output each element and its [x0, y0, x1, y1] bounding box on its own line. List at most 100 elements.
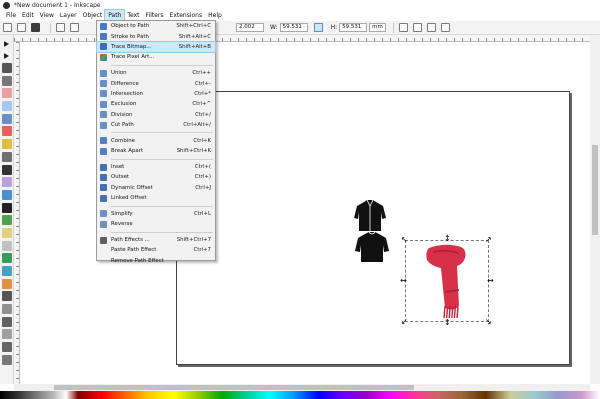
menu-layer[interactable]: Layer	[57, 10, 80, 21]
layers-icon[interactable]	[1, 354, 12, 365]
width-field[interactable]: 59.531	[279, 23, 308, 32]
rotate-ccw-icon[interactable]	[56, 23, 65, 32]
menu-view[interactable]: View	[37, 10, 57, 21]
x-field[interactable]: 2.002	[236, 23, 264, 32]
menu-item-label: Trace Pixel Art...	[111, 54, 155, 61]
color-palette[interactable]	[0, 391, 600, 399]
menu-item-path-effects[interactable]: Path Effects ... Shift+Ctrl+7	[97, 235, 215, 245]
star-tool-icon[interactable]	[1, 139, 12, 150]
horizontal-scroll-thumb[interactable]	[54, 385, 414, 390]
menu-item-inset[interactable]: Inset Ctrl+(	[97, 162, 215, 172]
menu-item-paste-path-effect[interactable]: Paste Path Effect Ctrl+7	[97, 245, 215, 255]
menu-item-shortcut: Shift+Ctrl+K	[176, 148, 211, 155]
pen-tool-icon[interactable]	[1, 177, 12, 188]
menu-item-object-to-path[interactable]: Object to Path Shift+Ctrl+C	[97, 21, 215, 31]
snap-icon[interactable]	[1, 342, 12, 353]
linked-offset-icon	[100, 194, 107, 202]
select-all-layers-icon[interactable]	[17, 23, 26, 32]
vertical-ruler[interactable]	[14, 42, 20, 384]
toolbar-separator	[393, 22, 395, 33]
menu-item-label: Paste Path Effect	[111, 247, 157, 254]
rotate-cw-icon[interactable]	[70, 23, 79, 32]
menu-item-shortcut: Shift+Ctrl+C	[176, 23, 211, 30]
menu-edit[interactable]: Edit	[19, 10, 37, 21]
bucket-tool-icon[interactable]	[1, 240, 12, 251]
scarf-fringe-strand	[453, 305, 457, 319]
menu-item-combine[interactable]: Combine Ctrl+K	[97, 136, 215, 146]
scarf-fringe-strand	[451, 306, 454, 319]
scale-handle-w[interactable]: ↔	[400, 277, 407, 285]
ellipse-tool-icon[interactable]	[1, 126, 12, 137]
node-tool-icon[interactable]	[4, 53, 9, 59]
menu-item-outset[interactable]: Outset Ctrl+)	[97, 172, 215, 182]
path-effects-icon	[100, 236, 107, 244]
eraser-tool-icon[interactable]	[1, 227, 12, 238]
vertical-scroll-thumb[interactable]	[592, 145, 598, 235]
spiral-tool-icon[interactable]	[1, 151, 12, 162]
menu-item-shortcut: Ctrl++	[192, 70, 211, 77]
toolbar-separator	[50, 22, 51, 33]
menu-item-union[interactable]: Union Ctrl++	[97, 68, 215, 78]
dropper-tool-icon[interactable]	[1, 278, 12, 289]
scale-corners-icon[interactable]	[413, 23, 423, 32]
menu-item-dynamic-offset[interactable]: Dynamic Offset Ctrl+J	[97, 183, 215, 193]
menu-item-cut-path[interactable]: Cut Path Ctrl+Alt+/	[97, 120, 215, 130]
pages-tool-icon[interactable]	[1, 316, 12, 327]
menu-item-division[interactable]: Division Ctrl+/	[97, 110, 215, 120]
scale-handle-sw[interactable]: ↙	[401, 318, 408, 326]
menu-item-break-apart[interactable]: Break Apart Shift+Ctrl+K	[97, 146, 215, 156]
scale-handle-e[interactable]: ↔	[487, 277, 494, 285]
move-gradients-icon[interactable]	[427, 23, 437, 32]
h-label: H:	[330, 24, 338, 31]
menu-item-exclusion[interactable]: Exclusion Ctrl+^	[97, 99, 215, 109]
menu-file[interactable]: File	[3, 10, 19, 21]
jacket-icon[interactable]	[353, 200, 387, 232]
tweak-tool-icon[interactable]	[1, 63, 12, 73]
menu-item-label: Combine	[111, 137, 135, 144]
menu-item-remove-path-effect[interactable]: Remove Path Effect	[97, 256, 215, 266]
scale-handle-nw[interactable]: ↖	[401, 236, 408, 244]
menu-item-label: Trace Bitmap...	[111, 43, 152, 50]
scale-stroke-icon[interactable]	[399, 23, 409, 32]
menu-item-difference[interactable]: Difference Ctrl+-	[97, 78, 215, 88]
menu-item-simplify[interactable]: Simplify Ctrl+L	[97, 209, 215, 219]
window-title: *New document 1 - Inkscape	[14, 1, 101, 9]
lock-icon[interactable]	[313, 23, 323, 32]
3d-box-tool-icon[interactable]	[1, 113, 12, 124]
select-all-icon[interactable]	[3, 23, 12, 32]
menu-item-stroke-to-path[interactable]: Stroke to Path Shift+Alt+C	[97, 31, 215, 41]
empty-icon-slot	[100, 257, 107, 264]
red-scarf[interactable]	[415, 242, 481, 322]
calligraphy-tool-icon[interactable]	[1, 189, 12, 200]
scale-handle-se[interactable]: ↘	[485, 318, 492, 326]
rectangle-tool-icon[interactable]	[1, 101, 12, 112]
connector-tool-icon[interactable]	[1, 291, 12, 302]
mesh-tool-icon[interactable]	[1, 266, 12, 276]
toolbox	[0, 35, 14, 384]
selector-tool-icon[interactable]	[4, 41, 9, 47]
height-field[interactable]: 59.531	[339, 23, 368, 32]
difference-icon	[100, 80, 107, 88]
pencil-tool-icon[interactable]	[1, 164, 12, 175]
menu-item-label: Outset	[111, 174, 130, 181]
spray-tool-icon[interactable]	[1, 215, 12, 226]
menu-item-shortcut: Ctrl+*	[194, 90, 211, 97]
horizontal-scrollbar[interactable]	[14, 384, 590, 391]
deselect-icon[interactable]	[31, 23, 40, 32]
node-edit-icon[interactable]	[1, 329, 12, 340]
sweater-icon[interactable]	[354, 232, 390, 263]
measure-tool-icon[interactable]	[1, 88, 12, 99]
menu-item-linked-offset[interactable]: Linked Offset	[97, 193, 215, 203]
move-patterns-icon[interactable]	[441, 23, 451, 32]
gradient-tool-icon[interactable]	[1, 253, 12, 264]
text-tool-icon[interactable]	[1, 202, 12, 213]
unit-select[interactable]: mm	[369, 23, 387, 32]
lpe-tool-icon[interactable]	[1, 304, 12, 315]
zoom-tool-icon[interactable]	[1, 75, 12, 86]
menu-item-trace-bitmap[interactable]: Trace Bitmap... Shift+Alt+B	[96, 40, 216, 54]
menu-item-intersection[interactable]: Intersection Ctrl+*	[97, 89, 215, 99]
menu-item-reverse[interactable]: Reverse	[97, 219, 215, 229]
menu-item-trace-pixel-art[interactable]: Trace Pixel Art...	[97, 52, 215, 62]
vertical-scrollbar[interactable]	[590, 35, 600, 384]
scale-handle-ne[interactable]: ↗	[485, 236, 492, 244]
